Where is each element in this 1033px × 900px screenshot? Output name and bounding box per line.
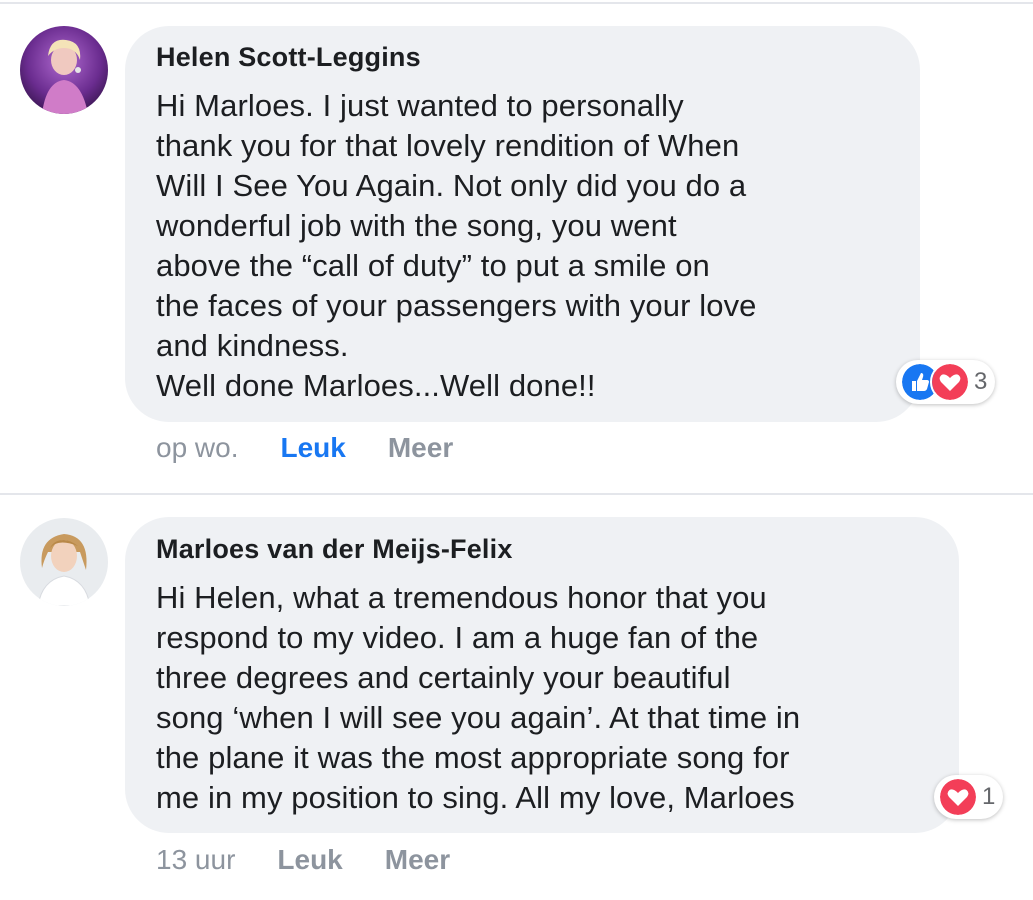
more-button[interactable]: Meer (385, 844, 450, 876)
avatar[interactable] (20, 518, 108, 606)
comment-actions: 13 uur Leuk Meer (156, 844, 450, 876)
more-button[interactable]: Meer (388, 432, 453, 464)
avatar[interactable] (20, 26, 108, 114)
comment-text: Hi Helen, what a tremendous honor that y… (156, 580, 801, 815)
love-reaction-icon (930, 362, 970, 402)
comment-text: Hi Marloes. I just wanted to personally … (156, 88, 757, 403)
comment-author[interactable]: Marloes van der Meijs-Felix (156, 534, 513, 565)
comment-timestamp[interactable]: op wo. (156, 432, 239, 464)
reaction-summary[interactable]: 3 (896, 360, 996, 404)
like-button[interactable]: Leuk (281, 432, 346, 464)
comment-timestamp[interactable]: 13 uur (156, 844, 235, 876)
comment-actions: op wo. Leuk Meer (156, 432, 453, 464)
reaction-count: 1 (982, 783, 996, 810)
reaction-count: 3 (974, 368, 988, 395)
love-reaction-icon (938, 777, 978, 817)
avatar-photo-icon (20, 518, 108, 606)
reaction-summary[interactable]: 1 (934, 775, 1004, 819)
comment-divider (0, 493, 1033, 495)
like-button[interactable]: Leuk (277, 844, 342, 876)
top-divider (0, 2, 1033, 4)
comment-author[interactable]: Helen Scott-Leggins (156, 42, 421, 73)
avatar-photo-icon (20, 26, 108, 114)
